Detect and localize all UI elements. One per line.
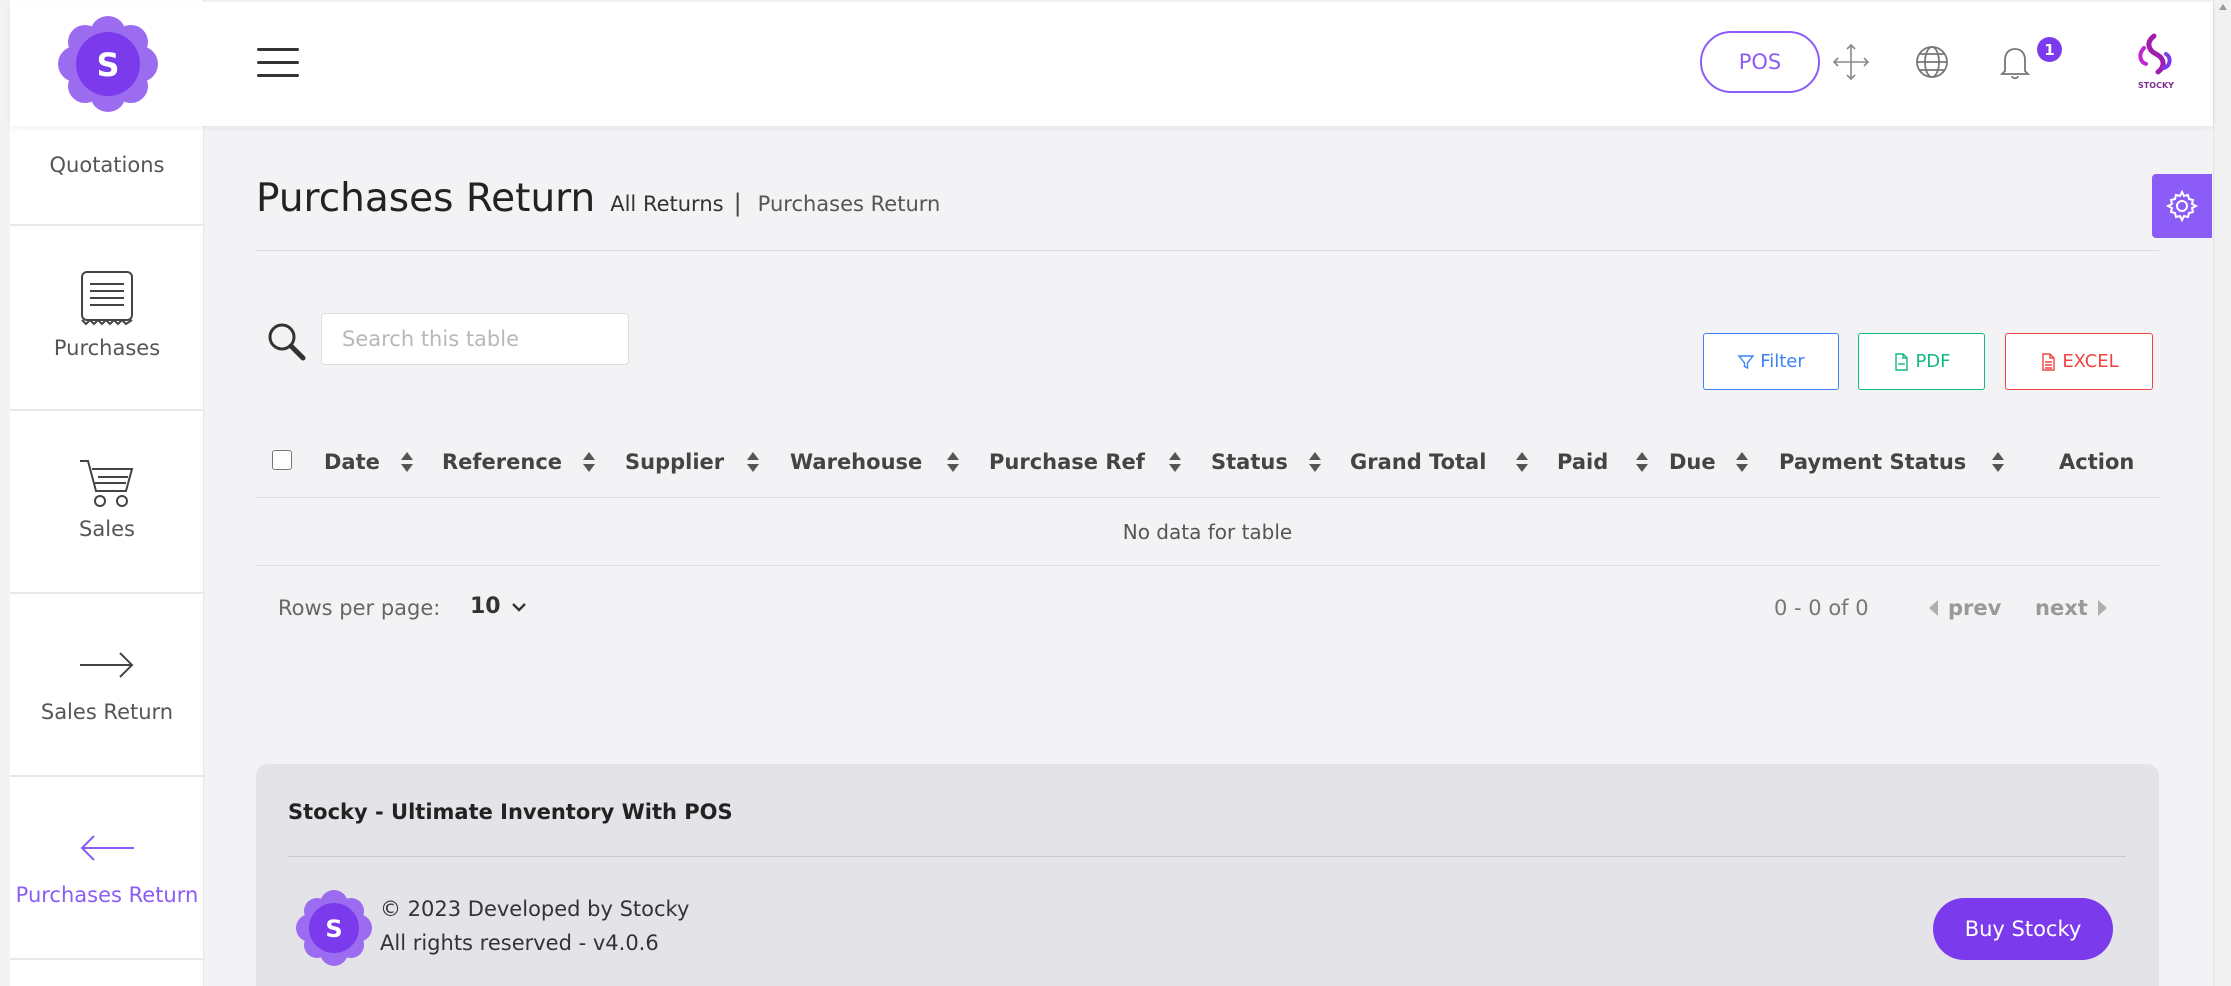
page-footer: Stocky - Ultimate Inventory With POS S ©…: [256, 764, 2159, 986]
sidebar-item-label: Purchases Return: [15, 883, 199, 907]
pagination-range: 0 - 0 of 0: [1774, 596, 1869, 620]
sidebar-item-sales[interactable]: Sales: [10, 411, 203, 594]
globe-icon[interactable]: [1912, 42, 1952, 82]
pdf-label: PDF: [1915, 351, 1951, 372]
filter-icon: [1737, 354, 1755, 369]
caret-right-icon: [2097, 600, 2107, 616]
sort-icon[interactable]: [1735, 451, 1749, 473]
chevron-down-icon: [511, 602, 526, 612]
table-pagination: Rows per page: 10 0 - 0 of 0 prev next: [256, 566, 2159, 651]
rows-per-page-value: 10: [470, 594, 501, 619]
breadcrumb-current: Purchases Return: [757, 192, 941, 216]
sort-icon[interactable]: [582, 451, 596, 473]
app-window: S POS 1 STOCKY Quotations Purchases Sale…: [0, 0, 2231, 986]
pos-button[interactable]: POS: [1700, 31, 1820, 93]
column-supplier[interactable]: Supplier: [625, 426, 724, 498]
footer-title: Stocky - Ultimate Inventory With POS: [288, 800, 733, 824]
filter-button[interactable]: Filter: [1703, 333, 1839, 390]
brand-text: STOCKY: [2138, 81, 2174, 90]
sidebar-item-purchases-return[interactable]: Purchases Return: [10, 777, 203, 960]
search-input[interactable]: [321, 313, 629, 365]
rows-per-page-label: Rows per page:: [278, 596, 441, 620]
column-payment-status[interactable]: Payment Status: [1779, 426, 1966, 498]
file-pdf-icon: [1895, 352, 1909, 371]
prev-page-button[interactable]: prev: [1929, 596, 2001, 620]
sort-icon[interactable]: [746, 451, 760, 473]
gear-icon: [2165, 189, 2199, 223]
filter-label: Filter: [1760, 351, 1805, 372]
footer-copyright: © 2023 Developed by Stocky: [380, 897, 690, 921]
pdf-button[interactable]: PDF: [1858, 333, 1985, 390]
page-header: Purchases Return All Returns | Purchases…: [256, 176, 940, 226]
footer-version: All rights reserved - v4.0.6: [380, 931, 659, 955]
sort-icon[interactable]: [1308, 451, 1322, 473]
notification-badge: 1: [2037, 37, 2062, 62]
rows-per-page-select[interactable]: 10: [470, 594, 527, 619]
caret-left-icon: [1929, 600, 1938, 616]
bell-icon[interactable]: [1995, 42, 2035, 82]
sort-icon[interactable]: [1168, 451, 1182, 473]
receipt-icon: [81, 271, 133, 326]
column-purchase-ref[interactable]: Purchase Ref: [989, 426, 1145, 498]
table-header: Date Reference Supplier Warehouse Purcha…: [256, 426, 2159, 498]
column-grand-total[interactable]: Grand Total: [1350, 426, 1486, 498]
page-scrollbar[interactable]: [2213, 0, 2231, 986]
breadcrumb-separator: |: [733, 189, 742, 217]
sidebar: Quotations Purchases Sales Sales Return: [10, 0, 204, 986]
column-due[interactable]: Due: [1669, 426, 1716, 498]
prev-label: prev: [1948, 596, 2002, 620]
buy-stocky-button[interactable]: Buy Stocky: [1933, 898, 2113, 960]
select-all-checkbox[interactable]: [272, 450, 292, 470]
next-label: next: [2035, 596, 2088, 620]
column-action: Action: [2059, 450, 2135, 474]
column-date[interactable]: Date: [324, 426, 380, 498]
search-icon: [268, 323, 306, 361]
excel-button[interactable]: EXCEL: [2005, 333, 2153, 390]
footer-divider: [288, 856, 2126, 857]
cart-icon: [80, 460, 134, 507]
column-reference[interactable]: Reference: [442, 426, 562, 498]
sort-icon[interactable]: [1991, 451, 2005, 473]
column-warehouse[interactable]: Warehouse: [790, 426, 922, 498]
next-page-button[interactable]: next: [2035, 596, 2107, 620]
brand-logo[interactable]: STOCKY: [2128, 32, 2184, 92]
sort-icon[interactable]: [1515, 451, 1529, 473]
excel-label: EXCEL: [2062, 351, 2119, 372]
sort-icon[interactable]: [1635, 451, 1649, 473]
title-divider: [256, 250, 2159, 251]
app-logo[interactable]: S: [58, 16, 158, 112]
breadcrumb-all-returns[interactable]: All Returns: [610, 192, 723, 216]
sort-icon[interactable]: [946, 451, 960, 473]
page-title: Purchases Return: [256, 176, 596, 221]
menu-icon[interactable]: [257, 48, 299, 78]
sidebar-item-label: Purchases: [53, 336, 161, 360]
top-header: S POS 1 STOCKY: [10, 2, 2213, 126]
arrow-left-icon: [80, 835, 134, 861]
customizer-toggle[interactable]: [2152, 174, 2212, 238]
column-paid[interactable]: Paid: [1557, 426, 1608, 498]
scroll-up-icon[interactable]: [2219, 4, 2227, 10]
file-excel-icon: [2042, 352, 2056, 371]
sidebar-item-purchases[interactable]: Purchases: [10, 228, 203, 411]
sidebar-item-label: Sales: [79, 517, 135, 541]
logo-letter: S: [96, 46, 119, 84]
sidebar-item-sales-return[interactable]: Sales Return: [10, 594, 203, 777]
fullscreen-icon[interactable]: [1831, 42, 1871, 82]
sort-icon[interactable]: [400, 451, 414, 473]
sidebar-item-label: Sales Return: [40, 700, 174, 724]
sidebar-item-label: Quotations: [49, 153, 165, 177]
column-status[interactable]: Status: [1211, 426, 1288, 498]
arrow-right-icon: [80, 652, 134, 678]
footer-logo: S: [296, 890, 372, 966]
table-empty-row: No data for table: [256, 498, 2159, 566]
footer-logo-letter: S: [325, 915, 342, 943]
